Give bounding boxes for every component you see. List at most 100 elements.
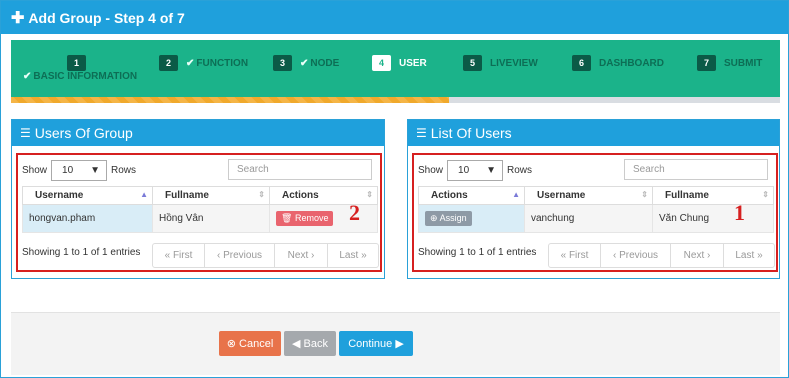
sort-icon: ⇕ [258,190,265,199]
double-chevron-left-icon: « [560,250,567,261]
step-label: DASHBOARD [599,57,664,69]
step-number: 4 [372,55,391,71]
table-header-row: Actions ▲ Username ⇕ Fullname ⇕ [418,186,774,205]
column-header-username[interactable]: Username ⇕ [524,186,653,205]
next-page-button[interactable]: Next › [671,244,724,267]
show-label: Show [22,164,48,176]
first-page-button[interactable]: « First [153,244,205,267]
table-header-row: Username ▲ Fullname ⇕ Actions ⇕ [22,186,378,205]
next-page-button[interactable]: Next › [275,244,328,267]
plus-circle-icon: ⊕ [430,213,438,223]
column-header-username[interactable]: Username ▲ [22,186,153,205]
wizard-progress-bar [11,97,780,103]
last-page-button[interactable]: Last » [724,244,774,267]
step-number: 6 [572,55,591,71]
check-icon: ✔ [186,57,195,69]
remove-button[interactable]: 🗑 Remove [276,211,334,226]
column-header-fullname[interactable]: Fullname ⇕ [152,186,270,205]
entries-info: Showing 1 to 1 of 1 entries [418,247,537,258]
fullname-cell: Văn Chung [652,204,774,233]
show-label: Show [418,164,444,176]
search-input[interactable]: Search [624,159,768,180]
step-submit[interactable]: 7 SUBMIT [697,55,762,71]
step-number: 3 [273,55,292,71]
double-chevron-right-icon: » [361,250,367,261]
step-number: 7 [697,55,716,71]
highlight-box: Show 10 ▼ Rows Search Username ▲ Fullname… [16,153,382,272]
plus-icon: ✚ [11,9,25,27]
check-icon: ✔ [23,71,32,82]
list-icon: ☰ [416,126,427,140]
table-controls: Show 10 ▼ Rows Search [418,159,772,181]
cancel-button[interactable]: ⊗ Cancel [219,331,281,356]
chevron-right-icon: › [707,250,711,261]
step-label: SUBMIT [724,57,763,69]
pagination: « First ‹ Previous Next › Last » [152,243,379,268]
window-title: Add Group - Step 4 of 7 [28,9,185,26]
panel-title: List Of Users [430,125,512,141]
previous-page-button[interactable]: ‹ Previous [205,244,275,267]
assign-button[interactable]: ⊕ Assign [425,211,472,226]
table-row: ⊕ Assign vanchung Văn Chung [418,204,774,233]
step-number: 5 [463,55,482,71]
table-controls: Show 10 ▼ Rows Search [22,159,376,181]
list-of-users-table: Actions ▲ Username ⇕ Fullname ⇕ ⊕ Assign va… [418,186,774,233]
step-number: 2 [159,55,178,71]
step-user[interactable]: 4 USER [372,55,427,71]
step-liveview[interactable]: 5 LIVEVIEW [463,55,538,71]
sort-asc-icon: ▲ [140,190,148,199]
fullname-cell: Hồng Vân [152,204,270,233]
times-circle-icon: ⊗ [226,338,236,350]
double-chevron-left-icon: « [164,250,171,261]
column-header-actions[interactable]: Actions ▲ [418,186,525,205]
rows-per-page-select[interactable]: 10 ▼ [51,159,108,181]
username-cell: hongvan.pham [22,204,153,233]
sort-icon: ⇕ [641,190,648,199]
step-label: LIVEVIEW [490,57,538,69]
previous-page-button[interactable]: ‹ Previous [601,244,671,267]
continue-button[interactable]: Continue ▶ [339,331,413,356]
trash-icon: 🗑 [281,213,293,223]
step-function[interactable]: 2 ✔ FUNCTION [159,55,248,71]
step-label: FUNCTION [196,57,249,69]
caret-down-icon: ▼ [486,164,497,176]
double-chevron-right-icon: » [757,250,763,261]
username-cell: vanchung [524,204,653,233]
sort-asc-icon: ▲ [512,190,520,199]
first-page-button[interactable]: « First [549,244,601,267]
add-group-window: ✚ Add Group - Step 4 of 7 1 ✔ BASIC INFO… [0,0,789,378]
chevron-left-icon: ‹ [216,250,221,261]
annotation-number: 1 [734,200,745,225]
actions-cell: ⊕ Assign [418,204,525,233]
users-of-group-panel: ☰ Users Of Group Show 10 ▼ Rows Search U… [11,119,385,279]
actions-cell: 🗑 Remove [269,204,378,233]
panel-title: Users Of Group [34,125,133,141]
rows-label: Rows [507,164,533,176]
pagination: « First ‹ Previous Next › Last » [548,243,775,268]
step-label: NODE [310,57,340,69]
rows-per-page-select[interactable]: 10 ▼ [447,159,504,181]
column-header-actions[interactable]: Actions ⇕ [269,186,378,205]
step-basic-information[interactable]: 1 [67,55,94,71]
step-label: USER [399,57,427,69]
caret-down-icon: ▼ [90,164,101,176]
arrow-left-circle-icon: ◀ [292,338,301,350]
arrow-right-circle-icon: ▶ [395,338,404,350]
users-of-group-header: ☰ Users Of Group [12,120,384,146]
last-page-button[interactable]: Last » [328,244,378,267]
chevron-right-icon: › [311,250,315,261]
back-button[interactable]: ◀ Back [284,331,336,356]
wizard-footer: ⊗ Cancel ◀ Back Continue ▶ [11,312,780,375]
step-basic-information-label[interactable]: ✔ BASIC INFORMATION [23,71,137,82]
list-icon: ☰ [20,126,31,140]
search-input[interactable]: Search [228,159,372,180]
step-dashboard[interactable]: 6 DASHBOARD [572,55,664,71]
step-node[interactable]: 3 ✔ NODE [273,55,339,71]
list-of-users-header: ☰ List Of Users [408,120,779,146]
check-icon: ✔ [300,57,309,69]
column-header-fullname[interactable]: Fullname ⇕ [652,186,774,205]
users-of-group-table: Username ▲ Fullname ⇕ Actions ⇕ hongvan.pha… [22,186,378,233]
list-of-users-panel: ☰ List Of Users Show 10 ▼ Rows Search Ac… [407,119,780,279]
sort-icon: ⇕ [762,190,769,199]
chevron-left-icon: ‹ [612,250,617,261]
